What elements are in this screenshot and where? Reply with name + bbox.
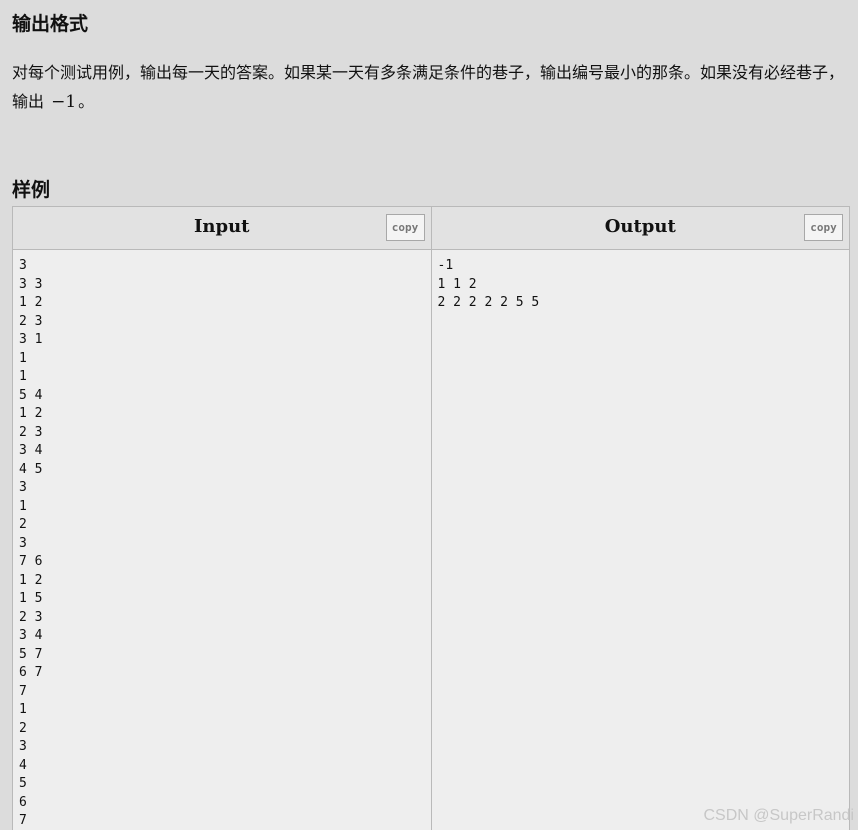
code-line: 1	[19, 350, 27, 366]
input-header: Input copy	[13, 207, 431, 250]
code-line: 7 6	[19, 554, 43, 569]
code-line: 2 3	[19, 609, 43, 625]
output-column: Output copy -1 1 1 2 2 2 2 2 2 5 5	[430, 207, 850, 830]
output-header: Output copy	[431, 207, 849, 250]
output-format-description: 对每个测试用例，输出每一天的答案。如果某一天有多条满足条件的巷子，输出编号最小的…	[12, 58, 846, 117]
code-line: 1 2	[19, 572, 43, 588]
code-line: 5	[19, 776, 27, 791]
code-line: 1	[19, 498, 27, 514]
code-line: 2 3	[19, 424, 43, 440]
output-code[interactable]: -1 1 1 2 2 2 2 2 2 5 5	[432, 250, 850, 320]
code-line: 3 3	[19, 276, 43, 292]
sample-table: Input copy 3 3 3 1 2 2 3 3 1 1 1 5 4 1 2 2 3 3 4 4 …	[12, 206, 850, 830]
code-line: 2	[19, 517, 27, 532]
code-line: 4 5	[19, 461, 43, 477]
description-text: 对每个测试用例，输出每一天的答案。如果某一天有多条满足条件的巷子，输出编号最小的…	[12, 63, 845, 111]
code-line: 1 2	[19, 406, 43, 421]
math-minus-one: −1	[51, 92, 77, 112]
code-line: 1 2	[19, 295, 43, 310]
output-format-heading: 输出格式	[12, 13, 89, 35]
code-line: 1	[19, 369, 27, 384]
input-title: Input	[194, 216, 250, 237]
output-title: Output	[604, 216, 676, 237]
input-column: Input copy 3 3 3 1 2 2 3 3 1 1 1 5 4 1 2 2 3 3 4 4 …	[13, 207, 431, 830]
code-line: -1	[437, 258, 454, 273]
code-line: 3	[19, 258, 27, 273]
copy-input-button[interactable]: copy	[385, 214, 425, 241]
copy-output-button[interactable]: copy	[804, 214, 843, 241]
description-end: 。	[78, 92, 95, 111]
code-line: 2 3	[19, 313, 43, 329]
code-line: 3	[19, 535, 27, 551]
code-line: 1 1 2	[437, 276, 477, 292]
code-line: 1	[19, 702, 27, 717]
code-line: 3	[19, 480, 27, 495]
code-line: 5 7	[19, 646, 43, 662]
code-line: 3 1	[19, 332, 43, 347]
samples-heading: 样例	[12, 179, 51, 201]
code-line: 5 4	[19, 387, 43, 403]
code-line: 6	[19, 794, 27, 810]
code-line: 4	[19, 757, 27, 773]
input-code[interactable]: 3 3 3 1 2 2 3 3 1 1 1 5 4 1 2 2 3 3 4 4 5 3 1 2 3 7 6 1 2…	[13, 250, 431, 830]
code-line: 2	[19, 720, 27, 736]
problem-page: 输出格式 对每个测试用例，输出每一天的答案。如果某一天有多条满足条件的巷子，输出…	[0, 0, 858, 830]
watermark: CSDN @SuperRandi	[703, 807, 854, 824]
code-line: 7	[19, 813, 27, 828]
code-line: 7	[19, 683, 27, 699]
code-line: 6 7	[19, 665, 43, 680]
code-line: 3 4	[19, 443, 43, 458]
code-line: 3	[19, 739, 27, 754]
code-line: 3 4	[19, 628, 43, 643]
code-line: 2 2 2 2 2 5 5	[437, 295, 540, 310]
code-line: 1 5	[19, 591, 43, 606]
